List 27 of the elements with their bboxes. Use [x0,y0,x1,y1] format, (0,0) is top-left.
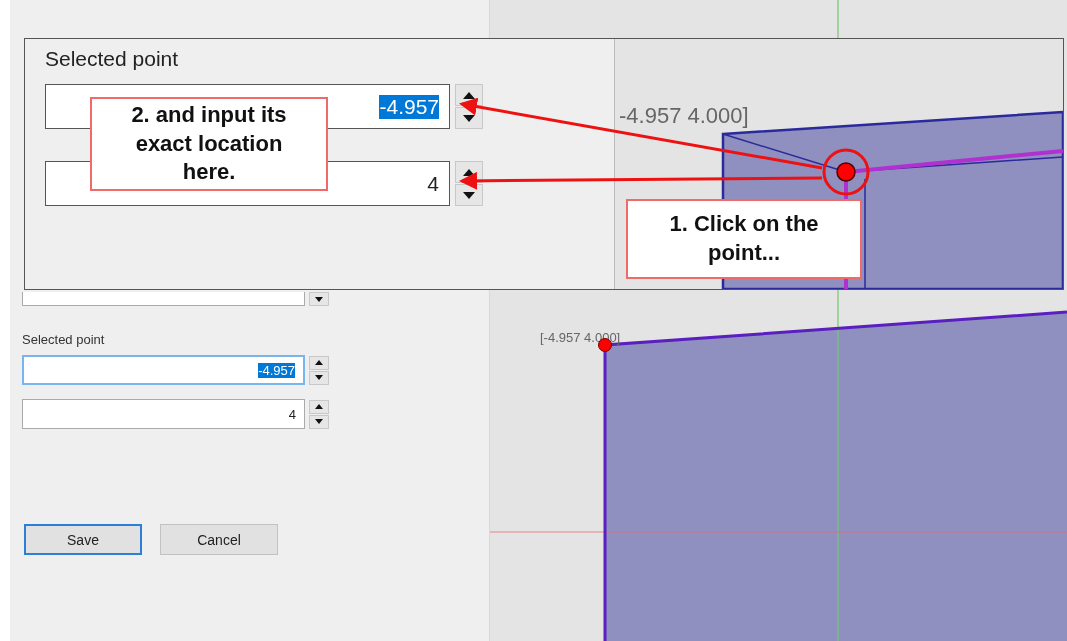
field-label: Selected point [22,332,106,347]
down-arrow-icon [463,191,475,199]
up-arrow-icon [315,404,323,409]
dialog-button[interactable]: Cancel [160,524,278,555]
spin-up-button[interactable] [309,355,329,370]
down-arrow-icon [315,375,323,380]
spin-up-button[interactable] [309,399,329,414]
callout-note: 2. and input its exact location here. [90,97,328,191]
spin-down-button[interactable] [455,184,483,206]
input-field[interactable] [22,292,305,306]
coordinate-label: -4.957 4.000] [619,103,749,128]
down-arrow-icon [315,296,323,302]
input-field[interactable]: -4.957 [22,355,305,385]
up-arrow-icon [463,168,475,176]
spin-down-button[interactable] [309,370,329,385]
dialog-button[interactable]: Save [24,524,142,555]
input-field[interactable]: 4 [22,399,305,429]
spin-down-button[interactable] [309,292,329,306]
up-arrow-icon [463,91,475,99]
field-label: Selected point [45,47,180,71]
spin-down-button[interactable] [309,414,329,429]
down-arrow-icon [463,114,475,122]
up-arrow-icon [315,360,323,365]
down-arrow-icon [315,419,323,424]
callout-note: 1. Click on the point... [626,199,862,279]
vertex-point[interactable] [836,162,856,182]
highlight-ring [822,148,870,196]
